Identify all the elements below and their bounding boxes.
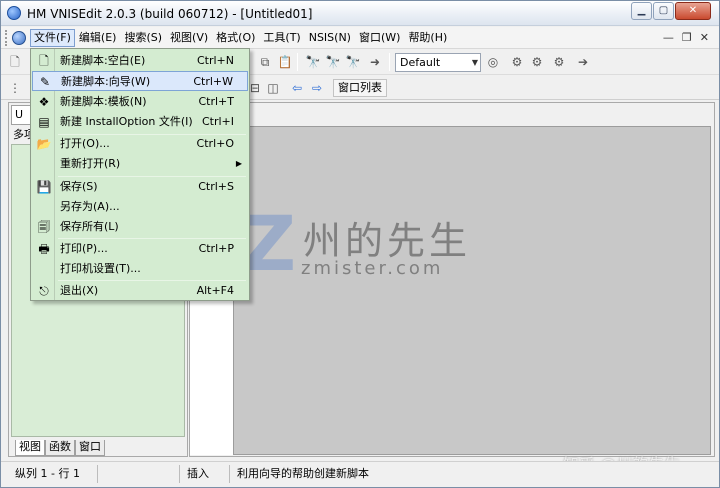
menu-item-save[interactable]: 💾 保存(S) Ctrl+S	[32, 177, 248, 197]
menu-format[interactable]: 格式(O)	[212, 29, 259, 47]
menu-item-save-all[interactable]: 🗐 保存所有(L)	[32, 217, 248, 237]
menu-search[interactable]: 搜索(S)	[120, 29, 166, 47]
gear-run-icon[interactable]: ⚙	[509, 54, 525, 70]
wizard-icon: ✎	[39, 75, 51, 89]
arrow-right-icon[interactable]: ⇨	[309, 80, 325, 96]
run-arrow-icon[interactable]: ➔	[575, 54, 591, 70]
status-position: 纵列 1 - 行 1	[15, 467, 80, 480]
find-next-icon[interactable]: 🔭	[325, 54, 341, 70]
menu-item-open[interactable]: 📂 打开(O)... Ctrl+O	[32, 134, 248, 154]
template-icon: ❖	[38, 95, 50, 109]
status-divider	[179, 465, 180, 483]
mdi-restore-icon[interactable]: ❐	[682, 31, 692, 44]
menu-help[interactable]: 帮助(H)	[404, 29, 451, 47]
save-icon: 💾	[36, 180, 52, 194]
paste-icon[interactable]: 📋	[277, 54, 293, 70]
gear-test-icon[interactable]: ⚙	[529, 54, 545, 70]
toolbar-separator	[389, 53, 390, 71]
new-file-icon: 🗋	[39, 54, 49, 68]
window-title: HM VNISEdit 2.0.3 (build 060712) - [Unti…	[27, 7, 313, 21]
find-icon[interactable]: 🔭	[305, 54, 321, 70]
print-icon: 🖶	[38, 242, 50, 256]
status-message: 利用向导的帮助创建新脚本	[237, 467, 369, 480]
goto-line-icon[interactable]: ➜	[367, 54, 383, 70]
mdi-controls: — ❐ ✕	[663, 31, 709, 44]
tab-view[interactable]: 视图	[15, 440, 45, 456]
config-combo-value: Default	[400, 56, 441, 69]
gear-stop-icon[interactable]: ⚙	[551, 54, 567, 70]
menubar-grip[interactable]	[5, 30, 8, 46]
document-globe-icon[interactable]	[12, 31, 26, 45]
status-mode: 插入	[187, 467, 209, 480]
title-bar: HM VNISEdit 2.0.3 (build 060712) - [Unti…	[1, 1, 719, 26]
menu-item-new-wizard[interactable]: ✎ 新建脚本:向导(W) Ctrl+W	[32, 71, 248, 91]
grip-icon[interactable]: ⋮	[7, 80, 23, 96]
menu-item-new-template[interactable]: ❖ 新建脚本:模板(N) Ctrl+T	[32, 92, 248, 112]
menu-item-save-as[interactable]: 另存为(A)...	[32, 197, 248, 217]
mdi-minimize-icon[interactable]: —	[663, 31, 674, 44]
status-divider	[229, 465, 230, 483]
split-vertical-icon[interactable]: ◫	[265, 80, 281, 96]
save-all-icon: 🗐	[38, 220, 50, 234]
menu-item-reopen[interactable]: 重新打开(R) ▶	[32, 154, 248, 174]
open-folder-icon: 📂	[36, 137, 52, 151]
status-divider	[97, 465, 98, 483]
mdi-close-icon[interactable]: ✕	[700, 31, 709, 44]
menu-view[interactable]: 视图(V)	[166, 29, 212, 47]
menu-item-printer-setup[interactable]: 打印机设置(T)...	[32, 259, 248, 279]
status-bar: 纵列 1 - 行 1 插入 利用向导的帮助创建新脚本	[1, 461, 719, 487]
menu-edit[interactable]: 编辑(E)	[75, 29, 121, 47]
toolbar-separator	[297, 53, 298, 71]
menu-item-print[interactable]: 🖶 打印(P)... Ctrl+P	[32, 239, 248, 259]
installoption-icon: ▤	[38, 115, 50, 129]
close-button[interactable]: ✕	[675, 2, 711, 20]
menu-items: 文件(F) 编辑(E) 搜索(S) 视图(V) 格式(O) 工具(T) NSIS…	[30, 29, 451, 47]
menu-bar: 文件(F) 编辑(E) 搜索(S) 视图(V) 格式(O) 工具(T) NSIS…	[1, 27, 719, 49]
exit-icon: ⎋	[39, 284, 49, 298]
chevron-down-icon: ▼	[471, 58, 478, 67]
app-globe-icon	[7, 6, 21, 20]
tab-windows[interactable]: 窗口	[75, 440, 105, 456]
maximize-button[interactable]: ▢	[653, 2, 674, 20]
submenu-arrow-icon: ▶	[235, 159, 242, 168]
arrow-left-icon[interactable]: ⇦	[289, 80, 305, 96]
compile-icon[interactable]: ◎	[485, 54, 501, 70]
replace-icon[interactable]: 🔭	[345, 54, 361, 70]
menu-window[interactable]: 窗口(W)	[355, 29, 404, 47]
copy-icon[interactable]: ⧉	[257, 54, 273, 70]
menu-nsis[interactable]: NSIS(N)	[305, 29, 355, 47]
window-controls: ▁ ▢ ✕	[631, 2, 711, 20]
tab-functions[interactable]: 函数	[45, 440, 75, 456]
file-menu-dropdown: 🗋 新建脚本:空白(E) Ctrl+N ✎ 新建脚本:向导(W) Ctrl+W …	[30, 48, 250, 301]
menu-tools[interactable]: 工具(T)	[259, 29, 304, 47]
editor-area[interactable]	[233, 126, 711, 455]
new-doc-icon[interactable]: 🗋	[7, 54, 23, 70]
menu-file[interactable]: 文件(F)	[30, 29, 75, 47]
menu-item-exit[interactable]: ⎋ 退出(X) Alt+F4	[32, 281, 248, 301]
app-window: HM VNISEdit 2.0.3 (build 060712) - [Unti…	[0, 0, 720, 488]
window-list-button[interactable]: 窗口列表	[333, 79, 387, 97]
menu-item-new-blank[interactable]: 🗋 新建脚本:空白(E) Ctrl+N	[32, 51, 248, 71]
minimize-button[interactable]: ▁	[631, 2, 652, 20]
menu-item-new-installoption[interactable]: ▤ 新建 InstallOption 文件(I) Ctrl+I	[32, 112, 248, 132]
config-combo[interactable]: Default ▼	[395, 53, 481, 72]
left-panel-tabs: 视图 函数 窗口	[15, 440, 105, 456]
